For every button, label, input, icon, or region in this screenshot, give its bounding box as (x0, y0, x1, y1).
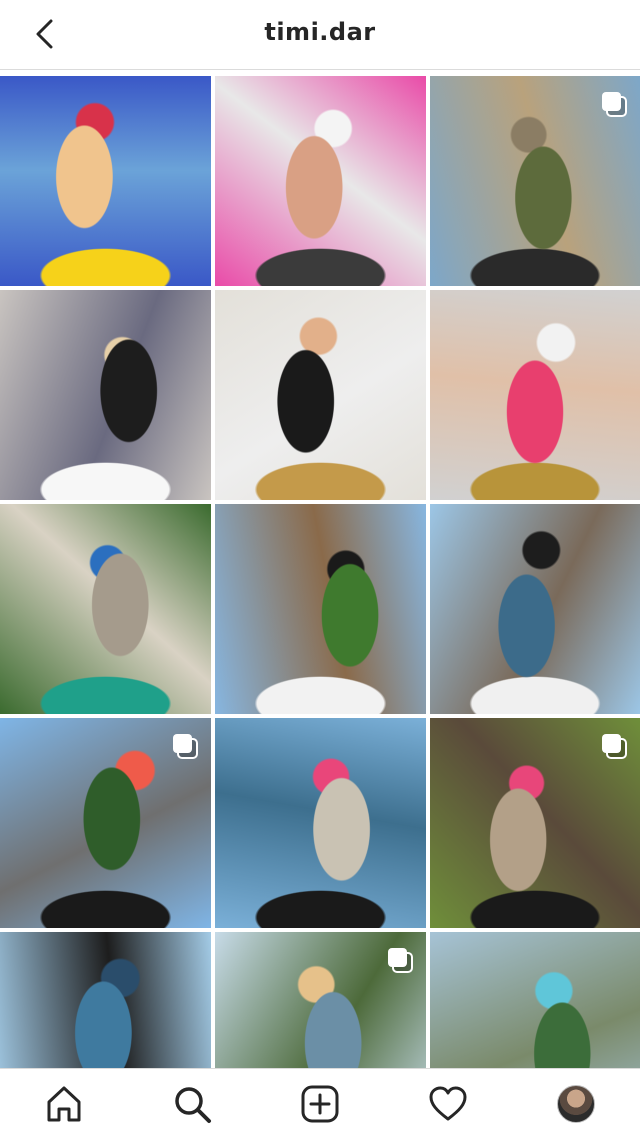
multiple-photos-icon (173, 734, 198, 759)
post-thumbnail-image (430, 290, 640, 500)
home-icon (47, 1086, 81, 1121)
top-bar: timi.dar (0, 0, 640, 70)
post-thumbnail-image (0, 290, 211, 500)
post-thumbnail-image (0, 504, 211, 714)
plus-square-icon (301, 1085, 339, 1122)
grid-post-tile[interactable] (0, 504, 211, 714)
nav-profile-button[interactable] (544, 1072, 608, 1136)
post-thumbnail-image (215, 76, 426, 286)
grid-post-tile[interactable] (215, 504, 426, 714)
grid-post-tile[interactable] (0, 76, 211, 286)
grid-post-tile[interactable] (0, 290, 211, 500)
post-thumbnail-image (0, 76, 211, 286)
nav-search-button[interactable] (160, 1072, 224, 1136)
avatar (557, 1084, 595, 1123)
profile-username: timi.dar (264, 18, 376, 46)
bottom-navigation (0, 1068, 640, 1138)
heart-icon (429, 1086, 467, 1120)
posts-grid (0, 76, 640, 1138)
multiple-photos-icon (388, 948, 413, 973)
multiple-photos-icon (602, 92, 627, 117)
nav-create-button[interactable] (288, 1072, 352, 1136)
post-thumbnail-image (430, 504, 640, 714)
search-icon (175, 1086, 211, 1123)
post-thumbnail-image (215, 290, 426, 500)
grid-post-tile[interactable] (215, 290, 426, 500)
grid-post-tile[interactable] (215, 718, 426, 928)
nav-home-button[interactable] (32, 1072, 96, 1136)
grid-post-tile[interactable] (430, 76, 640, 286)
post-thumbnail-image (215, 504, 426, 714)
grid-post-tile[interactable] (0, 718, 211, 928)
grid-post-tile[interactable] (430, 290, 640, 500)
nav-activity-button[interactable] (416, 1072, 480, 1136)
grid-post-tile[interactable] (430, 718, 640, 928)
grid-post-tile[interactable] (430, 504, 640, 714)
grid-post-tile[interactable] (215, 76, 426, 286)
post-thumbnail-image (215, 718, 426, 928)
multiple-photos-icon (602, 734, 627, 759)
